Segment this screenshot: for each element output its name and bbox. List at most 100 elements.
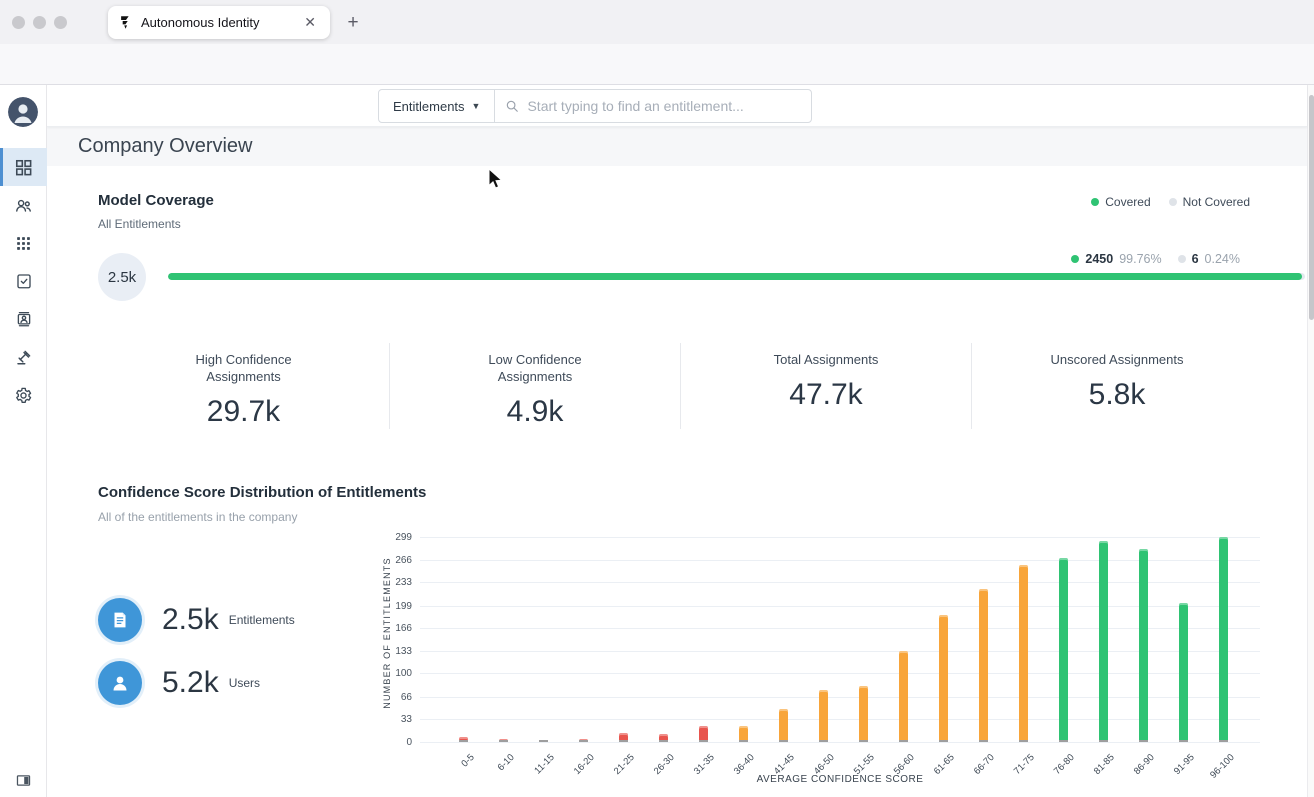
y-tick-label: 66 [372, 692, 412, 703]
scope-dropdown-label: Entitlements [393, 99, 465, 114]
bar-column [1123, 537, 1163, 742]
sidebar-item-identities[interactable] [0, 300, 47, 338]
bar-base-segment [979, 740, 988, 742]
bar-base-segment [539, 740, 548, 742]
bar-column [723, 537, 763, 742]
bar-base-segment [859, 740, 868, 742]
bar-column [883, 537, 923, 742]
users-label: Users [229, 676, 260, 690]
bar-column [683, 537, 723, 742]
tab-close-icon[interactable]: ✕ [300, 12, 320, 33]
search-icon [505, 99, 519, 113]
bar-column [843, 537, 883, 742]
sidebar-nav [0, 148, 47, 414]
bar-column [523, 537, 563, 742]
scope-dropdown[interactable]: Entitlements ▼ [379, 90, 495, 122]
bar [1219, 537, 1228, 742]
window-minimize-button[interactable] [33, 16, 46, 29]
scrollbar-thumb[interactable] [1309, 95, 1314, 320]
users-summary: 5.2k Users [98, 661, 260, 705]
tab-title: Autonomous Identity [141, 15, 300, 30]
bar-base-segment [579, 740, 588, 742]
sidebar-item-applications[interactable] [0, 224, 47, 262]
bar-base-segment [459, 740, 468, 742]
bar-base-segment [1099, 740, 1108, 742]
sidebar-item-rules[interactable] [0, 338, 47, 376]
bar-base-segment [1179, 740, 1188, 742]
bar [499, 739, 508, 742]
search-input[interactable] [527, 98, 801, 114]
search-box [495, 90, 811, 122]
window-zoom-button[interactable] [54, 16, 67, 29]
y-tick-label: 33 [372, 714, 412, 725]
not-covered-pct: 0.24% [1205, 252, 1240, 266]
sidebar-item-dashboard[interactable] [0, 148, 47, 186]
bar [619, 733, 628, 742]
not-covered-count: 6 [1192, 252, 1199, 266]
bar-base-segment [1139, 740, 1148, 742]
bar [859, 686, 868, 742]
bar [1019, 565, 1028, 742]
model-coverage-legend: Covered Not Covered [1091, 195, 1250, 209]
sidebar-item-settings[interactable] [0, 376, 47, 414]
browser-tab-bar: Autonomous Identity ✕ + [0, 0, 1314, 44]
sidebar-item-tasks[interactable] [0, 262, 47, 300]
covered-dot-icon [1071, 255, 1079, 263]
model-coverage-subtitle: All Entitlements [98, 217, 181, 231]
bar-base-segment [619, 740, 628, 742]
new-tab-button[interactable]: + [340, 10, 366, 36]
not-covered-count-stat: 6 0.24% [1178, 252, 1240, 266]
bar-base-segment [1219, 740, 1228, 742]
covered-count: 2450 [1085, 252, 1113, 266]
browser-tab[interactable]: Autonomous Identity ✕ [108, 6, 330, 39]
distribution-subtitle: All of the entitlements in the company [98, 510, 297, 524]
bar [1099, 541, 1108, 742]
window-close-button[interactable] [12, 16, 25, 29]
sidebar-collapse-toggle[interactable] [0, 772, 47, 789]
screen: Autonomous Identity ✕ + https://autoid-u… [0, 0, 1314, 797]
legend-not-covered-label: Not Covered [1183, 195, 1250, 209]
bar-base-segment [899, 740, 908, 742]
y-tick-label: 100 [372, 668, 412, 679]
bar-base-segment [1059, 740, 1068, 742]
user-icon [98, 661, 142, 705]
bar [659, 734, 668, 742]
page-content: Model Coverage Covered Not Covered All E… [47, 166, 1307, 797]
bar-column [923, 537, 963, 742]
bar-column [1163, 537, 1203, 742]
stats-row: High Confidence Assignments 29.7k Low Co… [98, 343, 1262, 423]
bar [979, 589, 988, 742]
bar-column [963, 537, 1003, 742]
model-coverage-title: Model Coverage [98, 192, 214, 209]
stat-value: 29.7k [98, 395, 389, 429]
coverage-counts: 2450 99.76% 6 0.24% [1071, 252, 1240, 266]
y-tick-label: 199 [372, 601, 412, 612]
bar-column [1203, 537, 1243, 742]
forgerock-logo-icon [118, 15, 133, 30]
bar-column [1043, 537, 1083, 742]
bar-column [443, 537, 483, 742]
bar [779, 709, 788, 742]
covered-dot-icon [1091, 198, 1099, 206]
chart-bars [443, 537, 1243, 742]
stat-unscored-assignments: Unscored Assignments 5.8k [971, 343, 1262, 429]
legend-item-not-covered[interactable]: Not Covered [1169, 195, 1250, 209]
bar-column [763, 537, 803, 742]
y-tick-label: 299 [372, 532, 412, 543]
stat-label: Total Assignments [751, 351, 901, 368]
not-covered-dot-icon [1169, 198, 1177, 206]
entitlement-search-group: Entitlements ▼ [378, 89, 812, 123]
bar [819, 690, 828, 742]
legend-item-covered[interactable]: Covered [1091, 195, 1150, 209]
stat-value: 4.9k [390, 395, 680, 429]
app-frame: Entitlements ▼ Company Overview Model Co… [0, 85, 1314, 797]
entitlements-count: 2.5k [162, 603, 219, 637]
bar [459, 737, 468, 742]
chevron-down-icon: ▼ [472, 101, 481, 111]
user-avatar[interactable] [8, 97, 38, 127]
page-scrollbar[interactable] [1307, 85, 1314, 797]
y-tick-label: 166 [372, 623, 412, 634]
sidebar-item-users[interactable] [0, 186, 47, 224]
legend-covered-label: Covered [1105, 195, 1150, 209]
stat-value: 47.7k [681, 378, 971, 412]
